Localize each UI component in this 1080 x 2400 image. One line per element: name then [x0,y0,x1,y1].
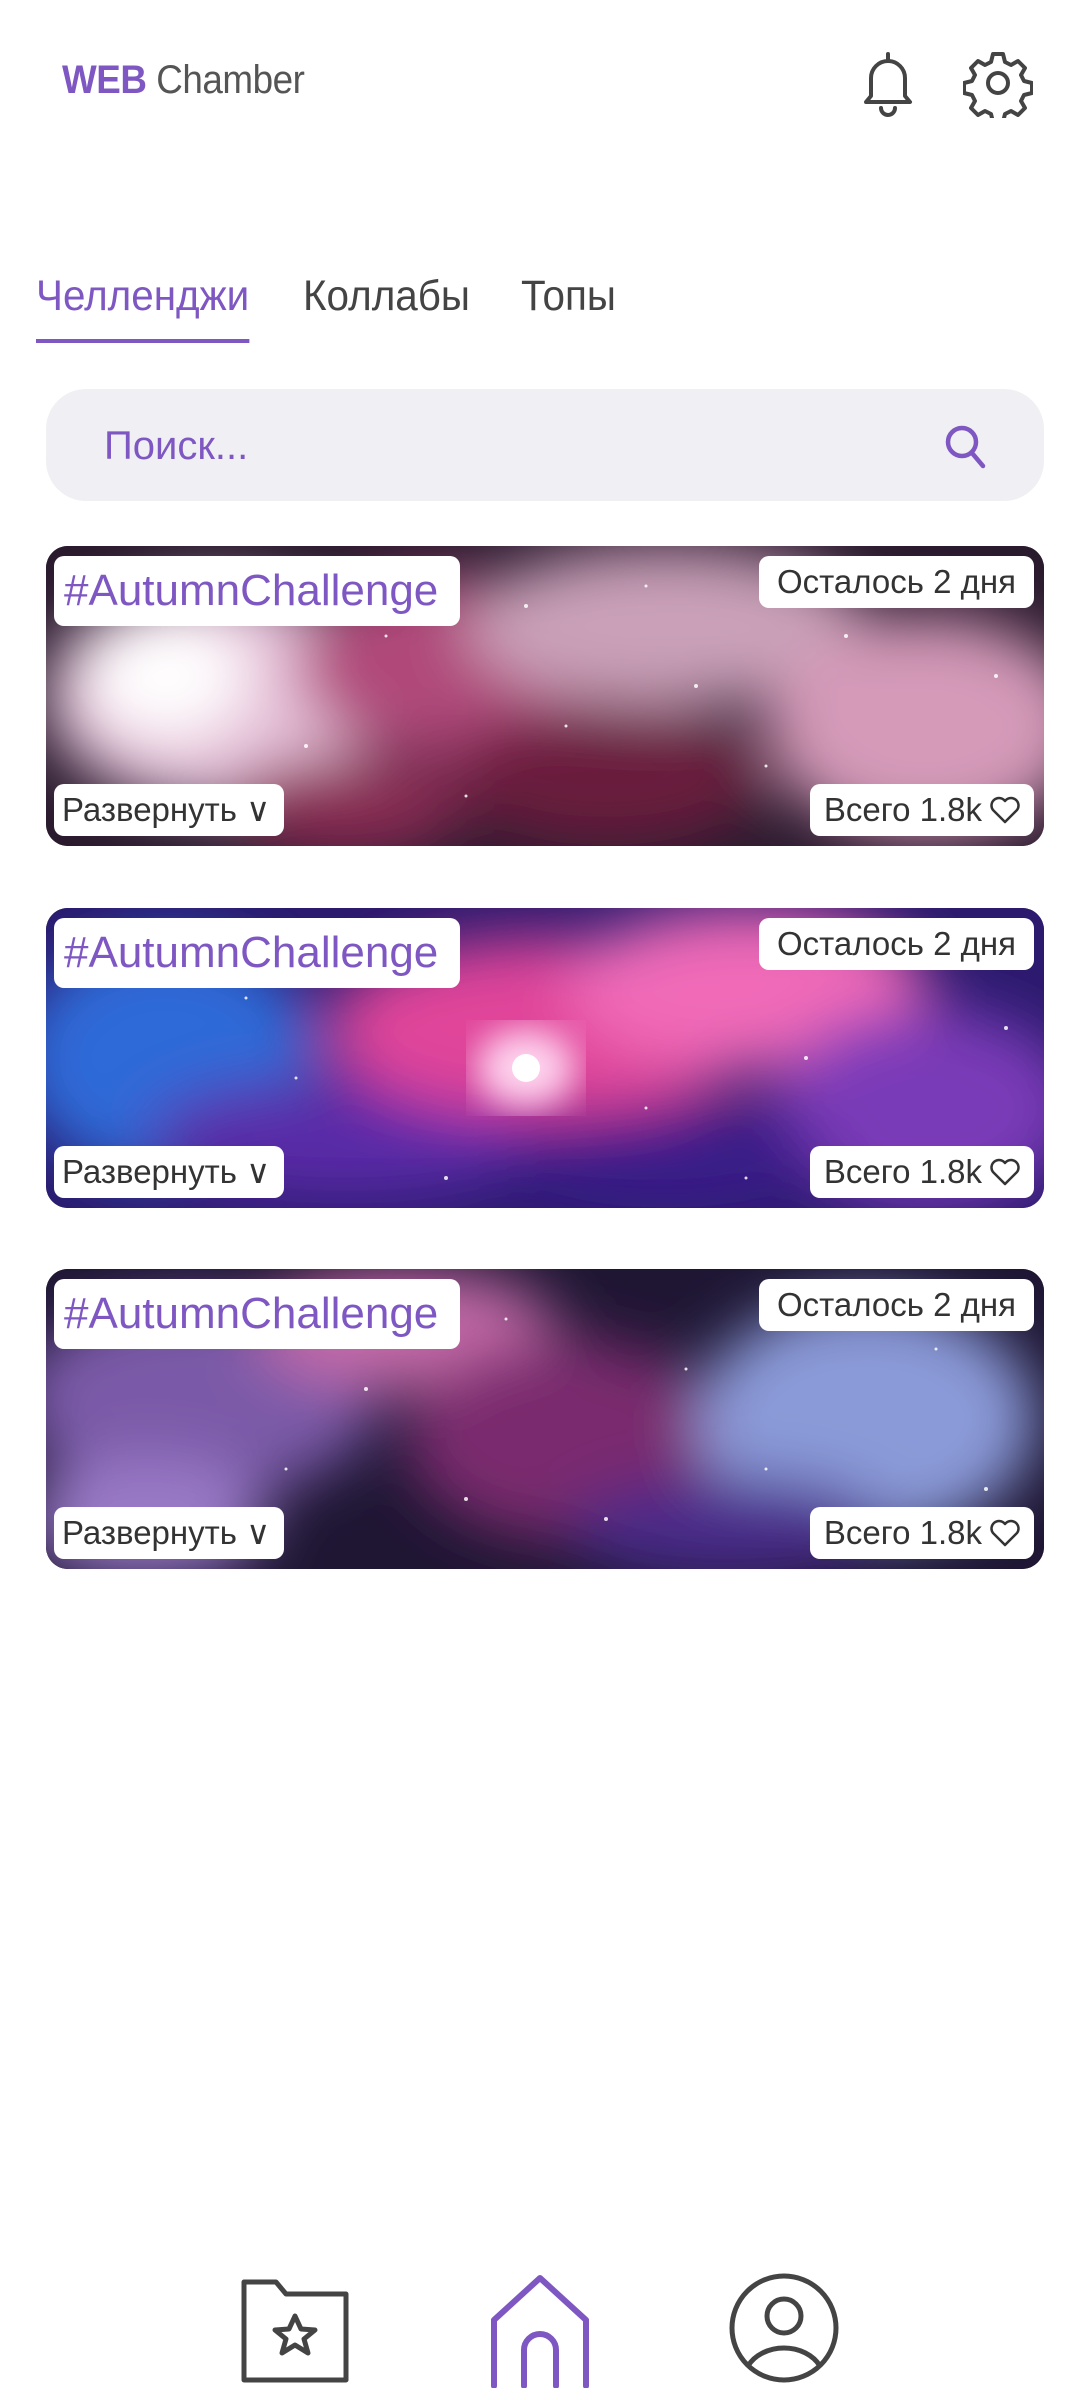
likes-counter[interactable]: Всего 1.8k [809,1146,1034,1198]
profile-icon[interactable] [724,2268,844,2388]
tab-bar: Челленджи Коллабы Топы [36,272,622,343]
heart-icon [990,1158,1020,1186]
challenge-hashtag: #AutumnChallenge [54,918,461,988]
likes-counter[interactable]: Всего 1.8k [809,1507,1034,1559]
time-remaining-badge: Осталось 2 дня [759,556,1034,608]
heart-icon [990,1519,1020,1547]
folder-star-icon[interactable] [236,2268,356,2388]
tab-collabs[interactable]: Коллабы [303,272,470,343]
expand-button[interactable]: Развернуть ∨ [54,1507,285,1559]
time-remaining-badge: Осталось 2 дня [759,918,1034,970]
gear-icon[interactable] [962,48,1034,124]
challenge-card[interactable]: #AutumnChallenge Осталось 2 дня Разверну… [46,908,1044,1208]
challenge-card[interactable]: #AutumnChallenge Осталось 2 дня Разверну… [46,1269,1044,1569]
likes-counter-label: Всего 1.8k [823,791,982,828]
challenge-card[interactable]: #AutumnChallenge Осталось 2 дня Разверну… [46,546,1044,846]
search-input[interactable] [102,389,906,503]
search-icon[interactable] [940,421,990,471]
bell-icon[interactable] [853,48,923,118]
time-remaining-badge: Осталось 2 дня [759,1279,1034,1331]
likes-counter[interactable]: Всего 1.8k [809,784,1034,836]
likes-counter-label: Всего 1.8k [823,1514,982,1551]
expand-button[interactable]: Развернуть ∨ [54,784,285,836]
app-title-brand: WEB [62,58,147,102]
tab-tops[interactable]: Топы [521,272,616,343]
challenge-hashtag: #AutumnChallenge [54,556,461,626]
likes-counter-label: Всего 1.8k [823,1153,982,1190]
search-bar [46,389,1044,503]
expand-button[interactable]: Развернуть ∨ [54,1146,285,1198]
tab-challenges[interactable]: Челленджи [36,272,250,343]
app-title: WEB Chamber [62,58,305,103]
home-icon[interactable] [480,2268,600,2389]
app-title-rest: Chamber [146,58,305,102]
heart-icon [990,796,1020,824]
challenge-hashtag: #AutumnChallenge [54,1279,461,1349]
